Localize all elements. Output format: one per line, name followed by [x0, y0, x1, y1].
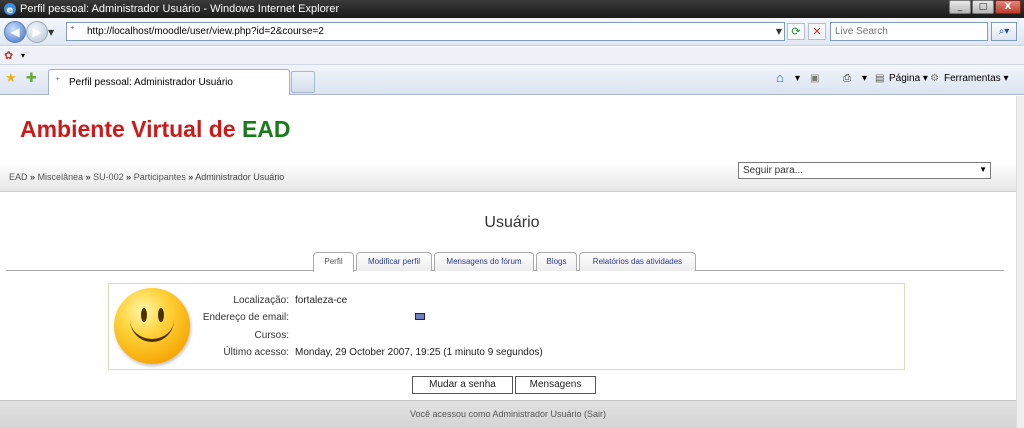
breadcrumb-course[interactable]: SU-002	[93, 172, 124, 182]
svg-text:e: e	[7, 5, 14, 16]
tab-mensagens-forum[interactable]: Mensagens do fórum	[434, 252, 534, 271]
email-label: Endereço de email:	[202, 312, 289, 323]
addon-icon[interactable]: ✿	[4, 49, 13, 62]
maximize-button[interactable]: □	[972, 0, 994, 14]
messages-button[interactable]: Mensagens	[515, 376, 596, 394]
web-page: Ambiente Virtual de EAD EAD » Miscelânea…	[0, 96, 1024, 428]
change-password-button[interactable]: Mudar a senha	[412, 376, 513, 394]
page-menu-label: Página	[889, 73, 921, 84]
gear-icon: ⚙	[930, 73, 939, 84]
search-input[interactable]	[830, 22, 988, 41]
home-dropdown-icon[interactable]: ▾	[795, 73, 800, 84]
last-access-label: Último acesso:	[223, 347, 289, 358]
courses-label: Cursos:	[254, 330, 289, 341]
tab-command-bar: ★ ✚ ⁺ Perfil pessoal: Administrador Usuá…	[0, 65, 1024, 95]
breadcrumb-separator: »	[126, 172, 132, 182]
jump-to-select[interactable]: Seguir para... ▼	[738, 162, 991, 179]
last-access-value: Monday, 29 October 2007, 19:25 (1 minuto…	[295, 347, 543, 358]
user-avatar	[114, 288, 190, 364]
tools-menu[interactable]: Ferramentas ▾	[944, 73, 1009, 84]
tools-menu-label: Ferramentas	[944, 73, 1001, 84]
history-dropdown-icon[interactable]: ▼	[48, 28, 54, 37]
user-info-box: Localização: fortaleza-ce Endereço de em…	[108, 283, 905, 370]
search-icon[interactable]: ⌕▾	[991, 22, 1017, 41]
tab-modificar-perfil[interactable]: Modificar perfil	[356, 252, 432, 271]
refresh-icon[interactable]: ⟳	[787, 23, 805, 40]
addon-dropdown-icon[interactable]: ▾	[21, 51, 25, 60]
breadcrumb-ead[interactable]: EAD	[9, 172, 28, 182]
window-title: Perfil pessoal: Administrador Usuário - …	[20, 3, 340, 15]
site-title-main: Ambiente Virtual de	[20, 116, 236, 142]
page-icon: ⁺	[70, 25, 75, 35]
page-heading: Usuário	[0, 214, 1024, 232]
print-dropdown-icon[interactable]: ▾	[862, 73, 867, 84]
vertical-scrollbar[interactable]	[1016, 96, 1024, 428]
print-icon[interactable]: ⎙	[843, 73, 851, 84]
window-title-bar: e Perfil pessoal: Administrador Usuário …	[0, 0, 1024, 18]
jump-to-selected: Seguir para...	[743, 165, 804, 176]
address-dropdown-icon[interactable]: ▼	[776, 27, 782, 36]
tab-page-icon: ⁺	[55, 76, 61, 87]
login-info[interactable]: Você acessou como Administrador Usuário …	[0, 409, 1016, 419]
breadcrumb-participants[interactable]: Participantes	[134, 172, 186, 182]
page-menu[interactable]: Página ▾	[889, 73, 928, 84]
address-url[interactable]: http://localhost/moodle/user/view.php?id…	[87, 26, 324, 37]
avatar-mouth	[130, 312, 174, 342]
breadcrumb: EAD » Miscelânea » SU-002 » Participante…	[9, 172, 284, 182]
favorites-star-icon[interactable]: ★	[5, 71, 17, 86]
address-toolbar: ◀ ▶ ▼ ⁺ http://localhost/moodle/user/vie…	[0, 18, 1024, 46]
breadcrumb-separator: »	[85, 172, 91, 182]
breadcrumb-current: Administrador Usuário	[195, 172, 285, 182]
location-value: fortaleza-ce	[295, 295, 348, 306]
forward-button[interactable]: ▶	[26, 21, 48, 43]
page-title: Usuário	[484, 214, 540, 231]
tab-relatorios[interactable]: Relatórios das atividades	[579, 252, 696, 271]
minimize-button[interactable]: _	[949, 0, 971, 14]
new-tab-button[interactable]	[291, 71, 315, 93]
address-bar[interactable]: ⁺ http://localhost/moodle/user/view.php?…	[66, 22, 785, 41]
site-title-ead: EAD	[241, 116, 291, 142]
email-icon[interactable]	[415, 313, 425, 320]
breadcrumb-separator: »	[188, 172, 194, 182]
stop-icon[interactable]: ✕	[808, 23, 826, 40]
home-icon[interactable]: ⌂	[776, 70, 784, 85]
page-footer: Você acessou como Administrador Usuário …	[0, 400, 1016, 428]
feeds-toolbar: ✿ ▾	[0, 47, 1024, 65]
add-favorites-icon[interactable]: ✚	[26, 71, 37, 86]
site-title[interactable]: Ambiente Virtual de EAD	[20, 116, 291, 143]
close-button[interactable]: X	[995, 0, 1021, 14]
tab-perfil[interactable]: Perfil	[313, 252, 354, 272]
browser-tab-label: Perfil pessoal: Administrador Usuário	[69, 77, 233, 88]
breadcrumb-miscelanea[interactable]: Miscelânea	[38, 172, 84, 182]
tab-blogs[interactable]: Blogs	[536, 252, 577, 271]
ie-logo-icon: e	[3, 2, 17, 16]
browser-tab[interactable]: ⁺ Perfil pessoal: Administrador Usuário	[48, 69, 290, 95]
breadcrumb-separator: »	[30, 172, 36, 182]
chevron-down-icon[interactable]: ▼	[979, 165, 987, 174]
feeds-icon[interactable]: ▣	[810, 73, 819, 84]
location-label: Localização:	[233, 295, 289, 306]
page-menu-icon: ▤	[875, 73, 885, 84]
back-button[interactable]: ◀	[4, 21, 26, 43]
